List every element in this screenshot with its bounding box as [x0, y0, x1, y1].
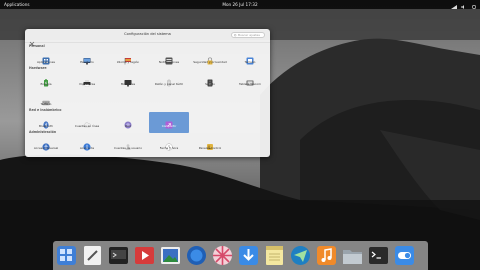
section-hardware-row-2: Teclado [25, 90, 270, 111]
settings-item[interactable]: Tableta Wacom [230, 70, 270, 91]
section-hardware-row: Energía Impresoras Monitores Ratón y pan… [25, 70, 270, 91]
language-flag-icon [124, 50, 132, 65]
settings-item[interactable]: Cuentas de usuario [108, 134, 148, 155]
system-settings-window: Configuración del sistema Buscar ajustes… [25, 29, 270, 157]
sharing-icon [165, 114, 173, 129]
search-icon [233, 34, 237, 37]
power-indicator-icon[interactable] [471, 3, 477, 9]
users-icon [124, 136, 132, 150]
network-indicator-icon[interactable] [451, 3, 457, 9]
settings-item-label: Compartir [161, 124, 177, 128]
settings-item-selected[interactable]: Compartir [149, 112, 189, 133]
window-titlebar[interactable]: Configuración del sistema Buscar ajustes [25, 29, 270, 47]
files-icon[interactable] [342, 245, 363, 266]
candy-app-icon[interactable] [212, 245, 233, 266]
mouse-icon [165, 72, 173, 87]
cloud-icon [83, 114, 91, 128]
clock-indicator[interactable]: Mon 26 Jul 17:32 [222, 0, 257, 9]
settings-item-label: Tableta Wacom [239, 82, 261, 86]
multitasking-view-icon[interactable] [56, 245, 77, 266]
settings-item[interactable]: Notificaciones [149, 48, 189, 69]
video-player-icon[interactable] [134, 245, 155, 266]
settings-item[interactable]: Ratón y panel táctil [149, 70, 189, 91]
speaker-icon [206, 72, 214, 87]
clock-icon [165, 136, 173, 151]
search-input[interactable]: Buscar ajustes [231, 32, 265, 38]
settings-item[interactable]: Acceso universal [26, 134, 66, 155]
settings-item[interactable]: Sonido [190, 70, 230, 91]
lock-icon [206, 50, 214, 65]
tablet-icon [246, 72, 254, 86]
keyboard-icon [42, 92, 50, 106]
section-administration-row: Acceso universal Acerca de Cuentas de us… [25, 134, 270, 155]
info-icon [83, 136, 91, 151]
battery-icon [42, 72, 50, 87]
terminal-icon[interactable] [368, 245, 389, 266]
settings-item[interactable]: Impresoras [67, 70, 107, 91]
settings-item-label: Teclado [40, 102, 52, 106]
applications-icon [42, 50, 50, 65]
settings-item[interactable]: Seguridad y privacidad [190, 48, 230, 69]
notes-icon[interactable] [264, 245, 285, 266]
settings-item-label: Teclado [244, 60, 256, 64]
bell-icon [165, 50, 173, 65]
download-icon[interactable] [238, 245, 259, 266]
text-editor-icon[interactable] [82, 245, 103, 266]
settings-item[interactable]: Idioma y región [108, 48, 148, 69]
desktop-icon [83, 50, 91, 65]
network-icon [124, 114, 132, 129]
browser-icon[interactable] [186, 245, 207, 266]
top-panel: Applications Mon 26 Jul 17:32 [0, 0, 480, 9]
monitor-icon [124, 72, 132, 87]
settings-item[interactable]: Monitores [108, 70, 148, 91]
settings-toggle-icon[interactable] [394, 245, 415, 266]
email-icon[interactable] [290, 245, 311, 266]
keyboard-icon [246, 50, 254, 65]
indicator-area [451, 0, 477, 9]
settings-item[interactable]: Cuentas en línea [67, 112, 107, 133]
settings-item[interactable]: Teclado [230, 48, 270, 69]
settings-item[interactable]: Fecha y hora [149, 134, 189, 155]
terminal-video-icon[interactable] [108, 245, 129, 266]
bluetooth-icon [42, 114, 50, 129]
sound-indicator-icon[interactable] [461, 3, 467, 9]
accessibility-icon [42, 136, 50, 151]
dock [53, 241, 428, 270]
music-icon[interactable] [316, 245, 337, 266]
section-personal-row: Aplicaciones Escritorio Idioma y región … [25, 48, 270, 69]
settings-item[interactable]: Acerca de [67, 134, 107, 155]
settings-item[interactable]: Escritorio [67, 48, 107, 69]
photos-icon[interactable] [160, 245, 181, 266]
printer-icon [83, 72, 91, 87]
parental-icon [206, 136, 214, 150]
applications-menu-button[interactable]: Applications [4, 0, 30, 9]
search-placeholder: Buscar ajustes [238, 33, 260, 37]
settings-item[interactable]: Energía [26, 70, 66, 91]
settings-item-label: Paneles Control [198, 146, 222, 150]
settings-item[interactable]: Red [108, 112, 148, 133]
settings-item[interactable]: Paneles Control [190, 134, 230, 155]
section-network-row: Bluetooth Cuentas en línea Red Compartir [25, 112, 270, 133]
